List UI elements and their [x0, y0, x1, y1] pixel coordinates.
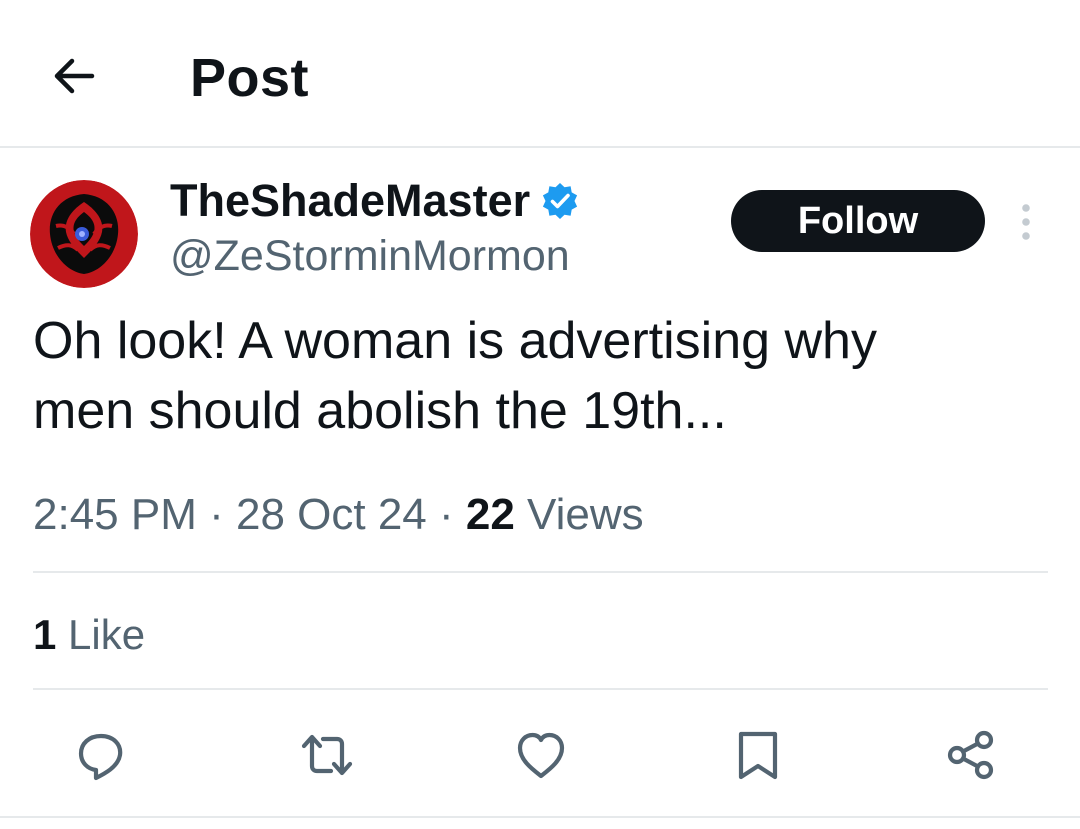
views-label: Views: [514, 490, 644, 539]
follow-button[interactable]: Follow: [731, 190, 985, 252]
display-name-row: TheShadeMaster: [170, 172, 580, 230]
likes-count: 1: [33, 611, 57, 658]
display-name[interactable]: TheShadeMaster: [170, 172, 530, 230]
reply-button[interactable]: [70, 724, 132, 786]
meta-separator: ·: [426, 490, 466, 539]
post-text-line: Oh look! A woman is advertising why: [33, 312, 877, 370]
verified-badge-icon: [543, 183, 578, 219]
post-time[interactable]: 2:45 PM: [33, 490, 197, 539]
header-divider: [0, 146, 1080, 148]
share-button[interactable]: [940, 724, 1002, 786]
repost-button[interactable]: [296, 724, 358, 786]
back-button[interactable]: [48, 50, 100, 102]
page-title: Post: [190, 48, 310, 108]
likes-label: Like: [56, 611, 146, 658]
more-vertical-icon: [1022, 204, 1030, 240]
post-page: Post TheShadeMaster @ZeStorminMormon Fol…: [0, 0, 1080, 829]
handle[interactable]: @ZeStorminMormon: [170, 228, 570, 284]
post-text-line: men should abolish the 19th...: [33, 382, 727, 440]
avatar[interactable]: [30, 180, 138, 288]
post-text: Oh look! A woman is advertising why men …: [33, 306, 1053, 446]
arrow-left-icon: [54, 58, 95, 94]
top-bar: Post: [0, 0, 1080, 146]
avatar-image: [30, 180, 138, 288]
divider: [33, 688, 1048, 690]
post-date[interactable]: 28 Oct 24: [236, 490, 427, 539]
like-icon: [517, 732, 565, 779]
post-meta: 2:45 PM · 28 Oct 24 · 22 Views: [33, 487, 644, 543]
more-options-button[interactable]: [1008, 200, 1044, 244]
likes-summary[interactable]: 1 Like: [33, 608, 145, 662]
repost-icon: [301, 734, 353, 776]
bookmark-icon: [738, 731, 778, 780]
reply-icon: [78, 733, 123, 781]
bookmark-button[interactable]: [727, 724, 789, 786]
divider: [33, 571, 1048, 573]
views-count: 22: [465, 490, 515, 539]
divider: [0, 816, 1080, 818]
meta-separator: ·: [196, 490, 236, 539]
share-icon: [947, 730, 994, 780]
like-button[interactable]: [510, 724, 572, 786]
